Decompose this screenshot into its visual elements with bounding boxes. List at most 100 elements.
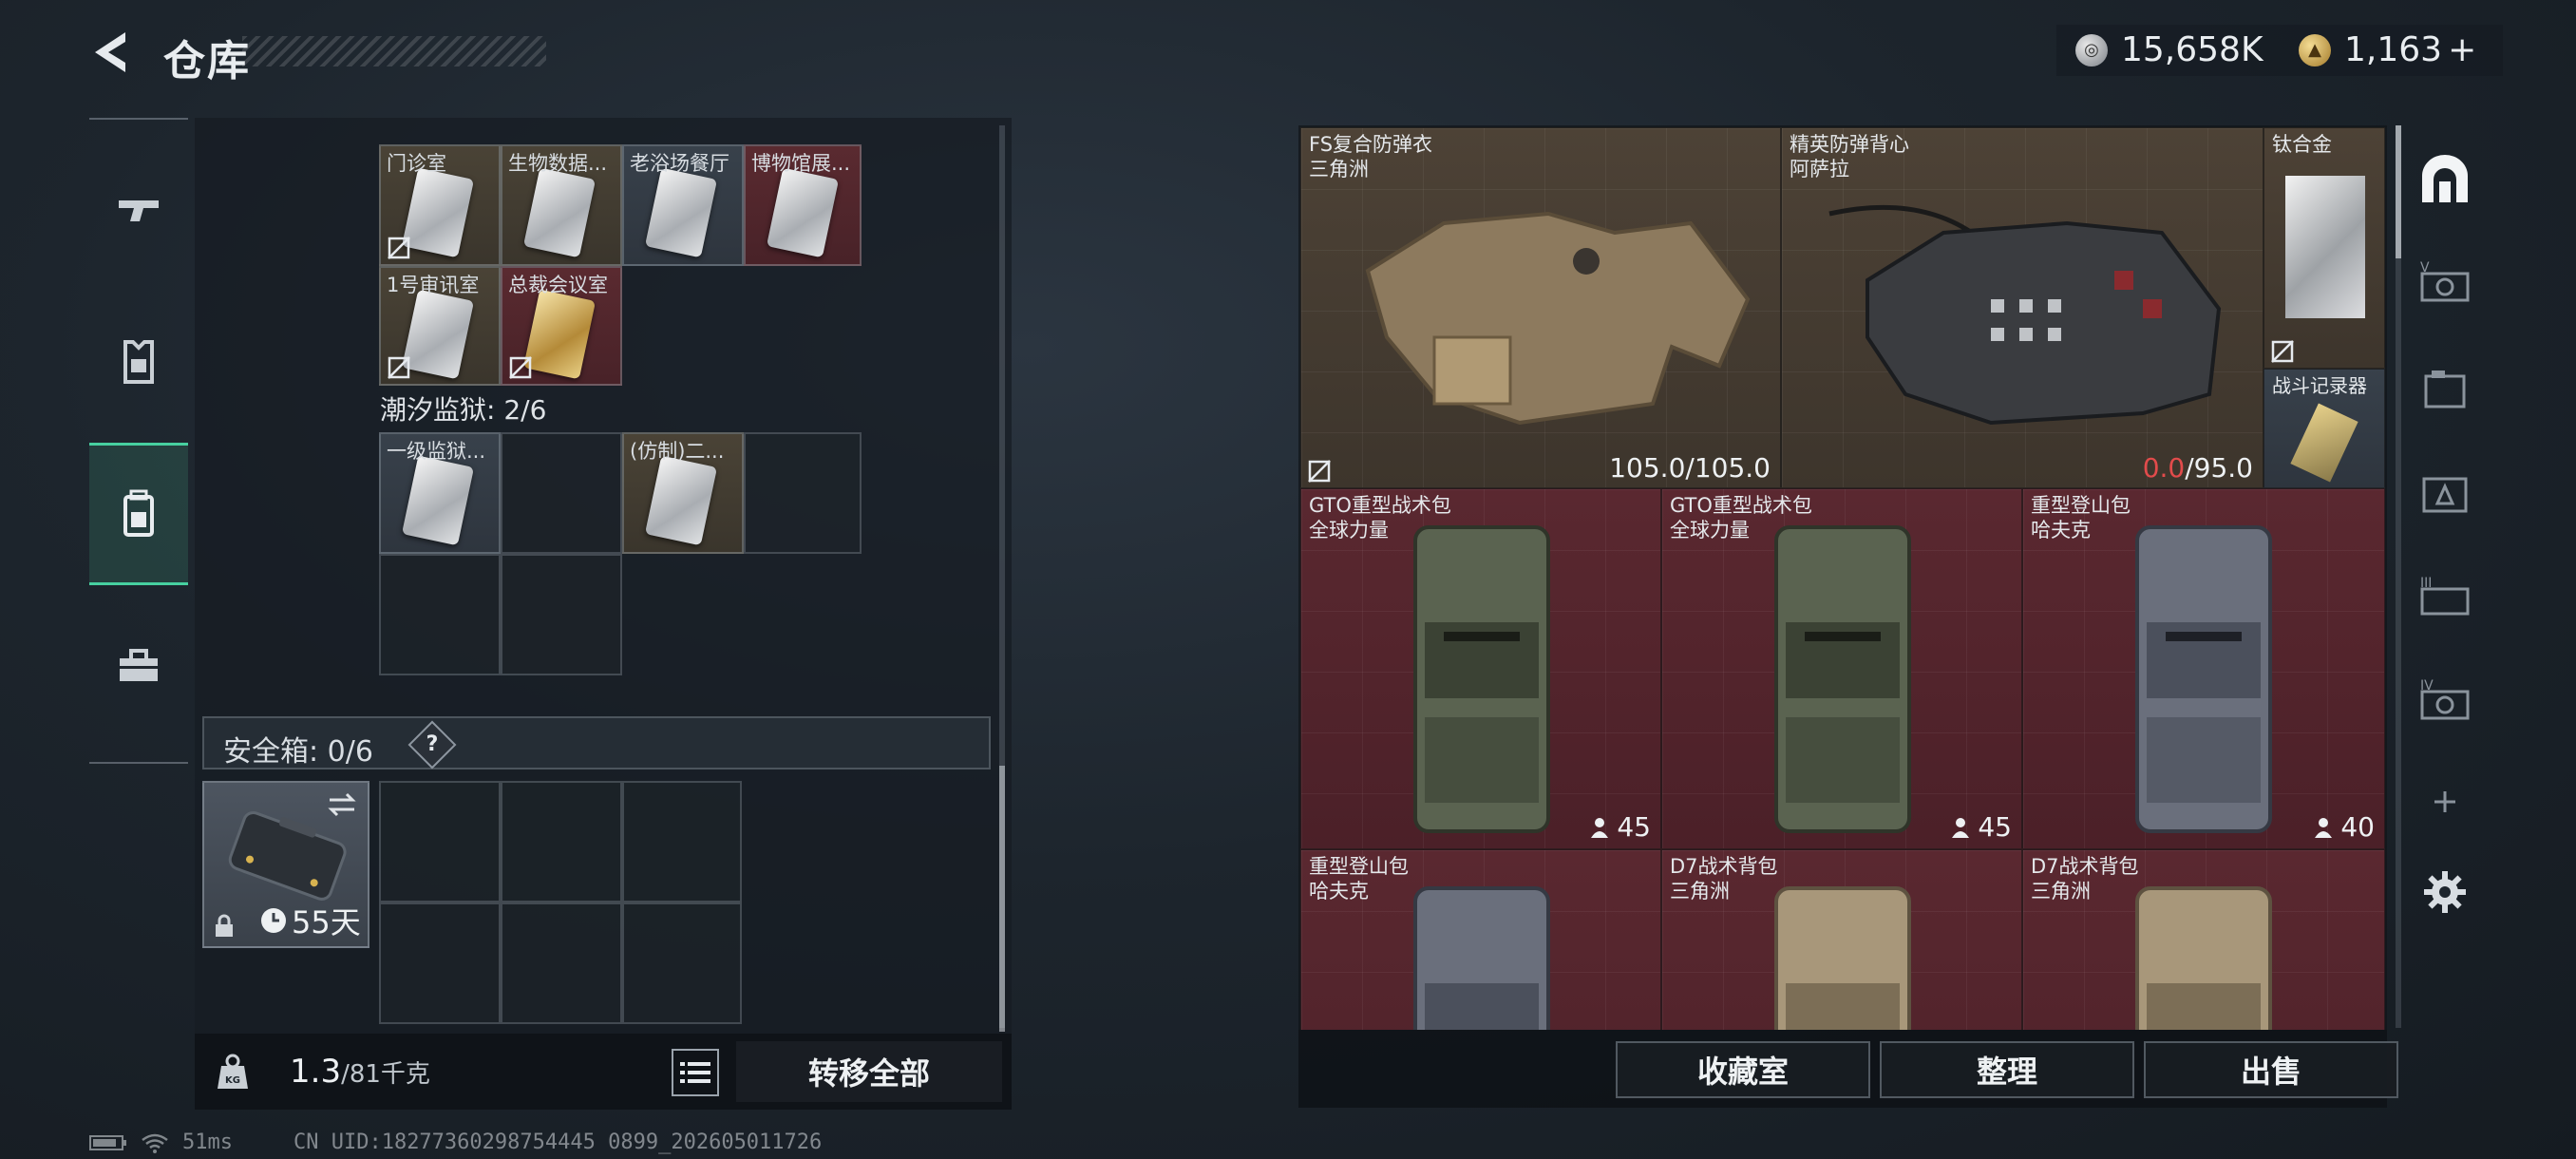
sell-button[interactable]: 出售 <box>2144 1041 2398 1098</box>
settings-button[interactable] <box>2405 840 2485 944</box>
safe-slot[interactable] <box>622 781 742 902</box>
backpack-icon <box>1774 886 1911 1030</box>
no-trade-icon <box>2271 340 2294 363</box>
weapons-icon <box>119 200 159 221</box>
tab-tier-4[interactable]: IV <box>2405 650 2485 754</box>
nav-backpack[interactable] <box>89 443 188 585</box>
backpack-item[interactable]: D7战术背包 三角洲 <box>2022 849 2385 1030</box>
settings-icon <box>2424 871 2466 913</box>
safe-case-item[interactable]: 55天 <box>202 781 369 948</box>
weight-max: /81千克 <box>341 1060 430 1089</box>
armor-item[interactable]: 精英防弹背心 阿萨拉 0.0/95.0 <box>1781 127 2263 488</box>
access-card-item[interactable]: 1号审讯室 <box>379 266 501 386</box>
backpack-icon <box>1413 886 1550 1030</box>
backpack-label: 重型登山包 哈夫克 <box>2031 494 2131 542</box>
safe-slot[interactable] <box>379 781 501 902</box>
list-view-button[interactable] <box>672 1049 719 1096</box>
access-card-icon <box>401 167 475 258</box>
body-armor-icon <box>1828 204 2222 426</box>
safe-slot[interactable] <box>501 902 622 1024</box>
svg-text:V: V <box>2420 260 2430 276</box>
armor-item[interactable]: FS复合防弹衣 三角洲 105.0/105.0 <box>1300 127 1781 488</box>
transfer-all-button[interactable]: 转移全部 <box>736 1041 1002 1102</box>
tier-2-icon <box>2422 477 2468 513</box>
backpack-icon <box>1413 525 1550 833</box>
empty-slot[interactable] <box>379 554 501 675</box>
backpack-item[interactable]: 重型登山包 哈夫克 40 <box>2022 488 2385 849</box>
collection-room-button[interactable]: 收藏室 <box>1616 1041 1870 1098</box>
clock-icon <box>261 908 286 933</box>
empty-slot[interactable] <box>501 432 622 554</box>
swap-icon[interactable] <box>326 790 358 819</box>
backpack-item[interactable]: GTO重型战术包 全球力量 45 <box>1300 488 1661 849</box>
safe-slot[interactable] <box>622 902 742 1024</box>
add-currency-icon[interactable]: + <box>2448 30 2476 69</box>
backpack-item[interactable]: 重型登山包 哈夫克 <box>1300 849 1661 1030</box>
add-tab-button[interactable] <box>2405 750 2485 854</box>
prison-card-item[interactable]: 一级监狱... <box>379 432 501 554</box>
access-card-item[interactable]: 老浴场餐厅 <box>622 144 744 266</box>
access-card-icon <box>766 167 840 258</box>
access-card-item[interactable]: 门诊室 <box>379 144 501 266</box>
access-card-icon <box>401 455 475 546</box>
page-title: 仓库 <box>163 37 251 86</box>
combat-recorder-item[interactable]: 战斗记录器 <box>2263 369 2385 488</box>
prison-card-item[interactable]: (仿制)二... <box>622 432 744 554</box>
tab-home-base[interactable] <box>2405 127 2485 232</box>
tier-3-icon: III <box>2420 576 2470 616</box>
no-trade-icon <box>388 356 410 379</box>
empty-slot[interactable] <box>744 432 862 554</box>
svg-text:III: III <box>2420 576 2432 591</box>
safe-box-header: 安全箱: 0/6 ? <box>202 716 991 770</box>
tab-tier-1[interactable] <box>2405 336 2485 441</box>
access-card-icon <box>522 289 597 380</box>
no-trade-icon <box>388 237 410 259</box>
titanium-item[interactable]: 钛合金 <box>2263 127 2385 369</box>
help-icon[interactable]: ? <box>407 720 457 770</box>
inventory-scrollbar[interactable] <box>2396 125 2401 1028</box>
tab-tier-3[interactable]: III <box>2405 545 2485 650</box>
no-trade-icon <box>509 356 532 379</box>
body-armor-icon <box>1365 211 1751 426</box>
list-icon <box>680 1062 710 1083</box>
tier-4-icon: IV <box>2420 678 2470 720</box>
inventory-panel: FS复合防弹衣 三角洲 105.0/105.0 精英防弹背心 阿萨拉 0.0/9… <box>1298 125 2387 1030</box>
safe-case-icon <box>228 810 347 901</box>
title-decoration <box>242 36 546 66</box>
tab-tier-v[interactable]: V <box>2405 232 2485 336</box>
nav-toolbox[interactable] <box>89 595 188 737</box>
weight-current: 1.3 <box>290 1053 342 1091</box>
organize-button[interactable]: 整理 <box>1880 1041 2134 1098</box>
no-trade-icon <box>1308 460 1331 483</box>
recorder-icon <box>2290 403 2358 483</box>
safe-case-days: 55天 <box>292 904 361 940</box>
backpack-item[interactable]: GTO重型战术包 全球力量 45 <box>1661 488 2022 849</box>
gold-amount: 1,163 <box>2344 30 2443 69</box>
backpack-icon <box>1774 525 1911 833</box>
access-card-item[interactable]: 生物数据... <box>501 144 622 266</box>
gold-currency[interactable]: ▲ 1,163 + <box>2299 30 2476 69</box>
nav-weapons[interactable] <box>89 139 188 281</box>
backpack-label: GTO重型战术包 全球力量 <box>1670 494 1812 542</box>
tier-1-icon <box>2424 370 2466 408</box>
silver-currency[interactable]: ◎ 15,658K <box>2075 30 2263 69</box>
empty-slot[interactable] <box>501 554 622 675</box>
silver-amount: 15,658K <box>2121 30 2263 69</box>
item-label: (仿制)二... <box>630 440 725 463</box>
nav-armor[interactable] <box>89 291 188 433</box>
home-base-icon <box>2422 155 2468 202</box>
storage-scrollbar-thumb[interactable] <box>999 766 1005 1032</box>
armor-icon <box>123 340 154 384</box>
inventory-scrollbar-thumb[interactable] <box>2396 125 2401 258</box>
safe-slot[interactable] <box>501 781 622 902</box>
svg-text:KG: KG <box>225 1075 240 1086</box>
back-arrow-icon[interactable] <box>87 28 135 76</box>
access-card-item[interactable]: 博物馆展... <box>744 144 862 266</box>
safe-slot[interactable] <box>379 902 501 1024</box>
tab-tier-2[interactable] <box>2405 441 2485 545</box>
access-card-item[interactable]: 总裁会议室 <box>501 266 622 386</box>
backpack-item[interactable]: D7战术背包 三角洲 <box>1661 849 2022 1030</box>
backpack-icon <box>123 489 154 537</box>
armor-label: 精英防弹背心 阿萨拉 <box>1790 133 1909 180</box>
armor-durability: 105.0/105.0 <box>1609 452 1771 484</box>
